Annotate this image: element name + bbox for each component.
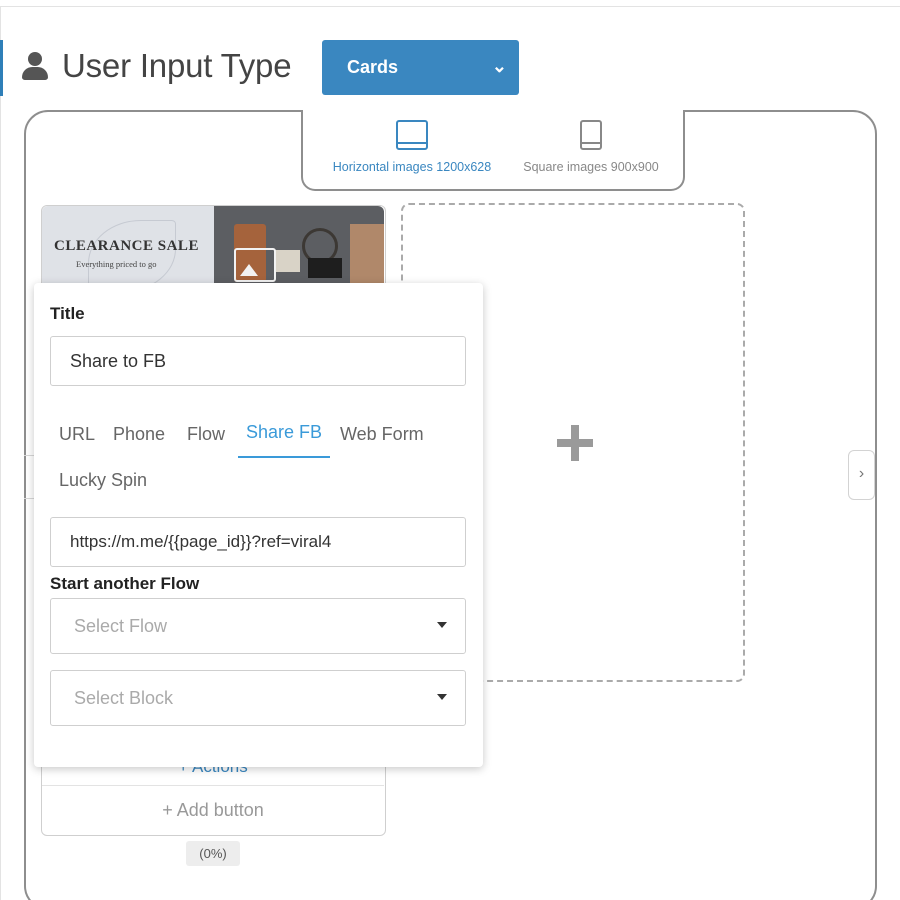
image-format-toggle: Horizontal images 1200x628 Square images… — [301, 110, 685, 191]
select-flow-placeholder: Select Flow — [74, 616, 168, 636]
image-upload-icon[interactable] — [234, 248, 276, 282]
start-flow-label: Start another Flow — [50, 574, 200, 593]
caret-down-icon — [437, 622, 447, 628]
tab-web-form[interactable]: Web Form — [340, 424, 424, 445]
square-image-icon — [580, 120, 602, 150]
title-label: Title — [50, 304, 85, 323]
active-tab-underline — [238, 456, 330, 458]
select-flow-dropdown[interactable]: Select Flow — [50, 598, 466, 654]
left-accent-bar — [0, 40, 3, 96]
card-image-sale-subtitle: Everything priced to go — [76, 259, 157, 269]
select-block-placeholder: Select Block — [74, 688, 174, 708]
add-button-button[interactable]: + Add button — [42, 787, 384, 833]
select-block-dropdown[interactable]: Select Block — [50, 670, 466, 726]
tab-phone[interactable]: Phone — [113, 424, 165, 445]
horizontal-images-label: Horizontal images 1200x628 — [332, 160, 492, 174]
input-type-select-value: Cards — [347, 57, 399, 77]
header: User Input Type — [22, 40, 292, 92]
tab-url[interactable]: URL — [59, 424, 95, 445]
tab-lucky-spin[interactable]: Lucky Spin — [59, 470, 147, 491]
tab-flow[interactable]: Flow — [187, 424, 225, 445]
title-input[interactable] — [50, 336, 466, 386]
button-editor-popup: Title URL Phone Flow Share FB Web Form L… — [34, 283, 483, 767]
chevron-right-icon[interactable]: › — [848, 450, 875, 500]
horizontal-images-option[interactable]: Horizontal images 1200x628 — [323, 120, 501, 174]
percent-badge: (0%) — [186, 841, 240, 866]
caret-down-icon — [437, 694, 447, 700]
input-type-select[interactable]: Cards ⌄ — [322, 40, 519, 95]
card-image[interactable]: CLEARANCE SALE Everything priced to go — [42, 206, 384, 284]
user-icon — [22, 51, 48, 81]
horizontal-image-icon — [396, 120, 428, 150]
card-image-promo-panel: CLEARANCE SALE Everything priced to go — [42, 206, 214, 284]
share-url-input[interactable] — [50, 517, 466, 567]
card-image-sale-title: CLEARANCE SALE — [54, 238, 199, 254]
square-images-option[interactable]: Square images 900x900 — [515, 120, 667, 174]
square-images-label: Square images 900x900 — [523, 160, 659, 174]
page-title: User Input Type — [62, 47, 292, 84]
chevron-down-icon: ⌄ — [491, 56, 507, 76]
tab-share-fb[interactable]: Share FB — [246, 422, 322, 443]
